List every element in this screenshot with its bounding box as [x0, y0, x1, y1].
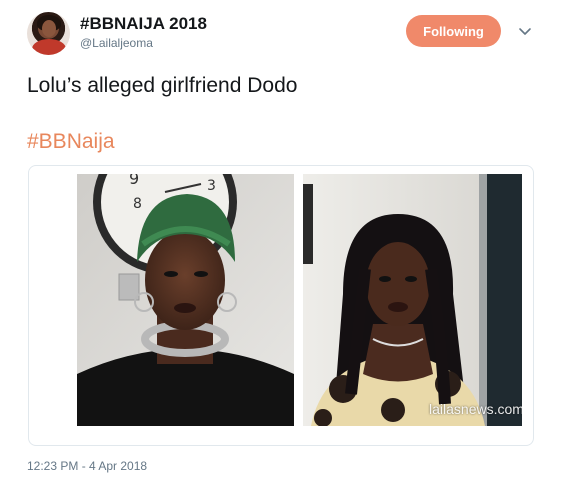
chevron-down-icon[interactable] — [518, 24, 532, 38]
tweet-card: #BBNAIJA 2018 @Lailaljeoma Following Lol… — [0, 0, 576, 485]
tweet-timestamp[interactable]: 12:23 PM - 4 Apr 2018 — [27, 459, 147, 473]
svg-text:3: 3 — [207, 178, 216, 194]
avatar-shoulders — [32, 39, 66, 55]
svg-text:9: 9 — [129, 174, 139, 188]
avatar-face — [42, 20, 56, 37]
following-button[interactable]: Following — [406, 15, 501, 47]
watermark-text: lailasnews.com — [429, 401, 522, 417]
user-names: #BBNAIJA 2018 @Lailaljeoma — [80, 14, 207, 51]
display-name[interactable]: #BBNAIJA 2018 — [80, 14, 207, 34]
hashtag-link[interactable]: #BBNaija — [27, 128, 115, 156]
svg-text:8: 8 — [133, 196, 142, 212]
photo-right-image — [303, 174, 522, 426]
tweet-header: #BBNAIJA 2018 @Lailaljeoma Following — [27, 12, 557, 60]
photo-right[interactable]: lailasnews.com — [303, 174, 522, 426]
tweet-text: Lolu’s alleged girlfriend Dodo — [27, 74, 298, 97]
user-handle[interactable]: @Lailaljeoma — [80, 35, 207, 51]
photo-left[interactable]: 9 3 8 — [77, 174, 294, 426]
avatar[interactable] — [27, 12, 70, 55]
media-container: 9 3 8 lailasnews.com — [28, 165, 534, 446]
photo-left-image: 9 3 8 — [77, 174, 294, 426]
